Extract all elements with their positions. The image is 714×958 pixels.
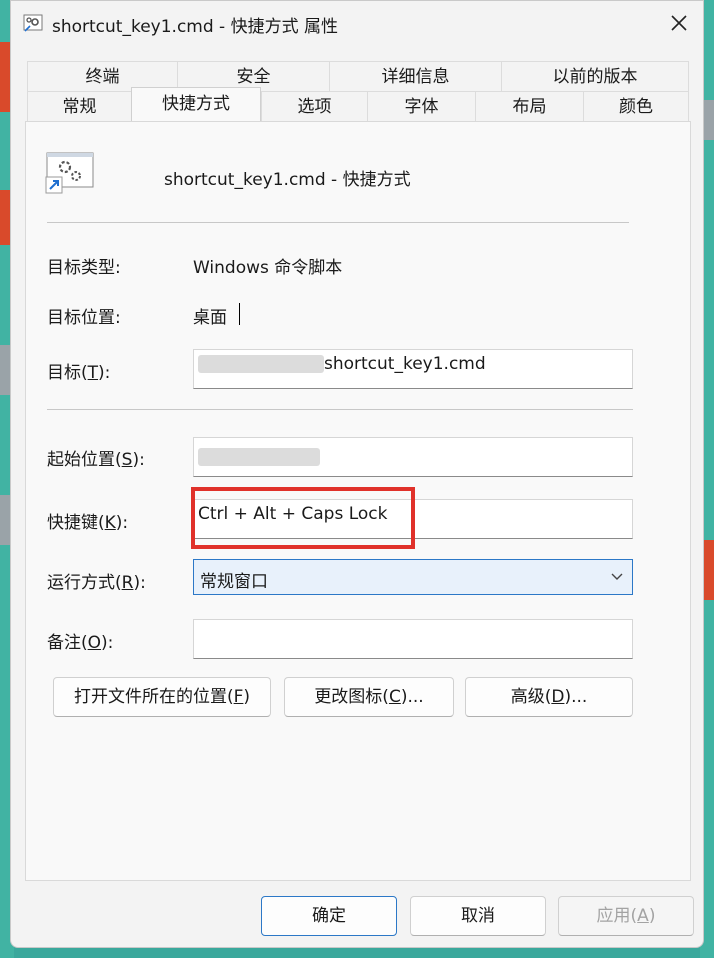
target-type-value: Windows 命令脚本	[193, 258, 343, 278]
hotkey-label: 快捷键(K):	[47, 513, 129, 533]
apply-button[interactable]: 应用(A)	[558, 896, 694, 936]
tab-previous-versions[interactable]: 以前的版本	[501, 61, 689, 91]
shortcut-gear-icon	[23, 14, 43, 32]
comment-label: 备注(O):	[47, 633, 114, 653]
shortcut-file-icon	[45, 152, 94, 194]
tab-colors[interactable]: 颜色	[583, 91, 689, 121]
tab-font[interactable]: 字体	[367, 91, 475, 121]
highlight-box	[191, 487, 415, 549]
shortcut-name: shortcut_key1.cmd - 快捷方式	[164, 170, 411, 190]
properties-dialog: shortcut_key1.cmd - 快捷方式 属性 终端 安全 详细信息 以…	[10, 0, 704, 948]
tab-shortcut[interactable]: 快捷方式	[131, 87, 261, 121]
redacted-path	[198, 448, 320, 466]
target-type-label: 目标类型:	[47, 258, 121, 278]
target-location-label: 目标位置:	[47, 308, 121, 328]
change-icon-button[interactable]: 更改图标(C)...	[284, 677, 454, 717]
chevron-down-icon	[611, 573, 623, 580]
tab-options[interactable]: 选项	[261, 91, 367, 121]
title-bar: shortcut_key1.cmd - 快捷方式 属性	[11, 1, 703, 45]
desktop-icon-fragment	[704, 100, 714, 140]
open-file-location-button[interactable]: 打开文件所在的位置(F)	[53, 677, 271, 717]
target-label: 目标(T):	[47, 363, 111, 383]
ok-button[interactable]: 确定	[261, 896, 397, 936]
advanced-button[interactable]: 高级(D)...	[465, 677, 633, 717]
cancel-button[interactable]: 取消	[410, 896, 546, 936]
tab-layout[interactable]: 布局	[475, 91, 583, 121]
start-in-field[interactable]	[193, 437, 633, 477]
desktop-icon-fragment	[704, 540, 714, 600]
target-field[interactable]: shortcut_key1.cmd	[193, 349, 633, 389]
target-value: shortcut_key1.cmd	[324, 354, 486, 374]
separator	[47, 222, 629, 223]
start-in-label: 起始位置(S):	[47, 450, 145, 470]
comment-field[interactable]	[193, 619, 633, 659]
text-caret	[239, 303, 240, 325]
target-location-value: 桌面	[193, 308, 227, 328]
redacted-path	[198, 355, 324, 373]
run-select[interactable]: 常规窗口	[193, 559, 633, 595]
close-icon[interactable]	[663, 7, 695, 39]
run-label: 运行方式(R):	[47, 573, 146, 593]
tab-details[interactable]: 详细信息	[329, 61, 501, 91]
window-title: shortcut_key1.cmd - 快捷方式 属性	[52, 17, 338, 37]
separator	[47, 409, 633, 410]
run-select-value: 常规窗口	[200, 572, 268, 592]
tab-general[interactable]: 常规	[27, 91, 131, 121]
